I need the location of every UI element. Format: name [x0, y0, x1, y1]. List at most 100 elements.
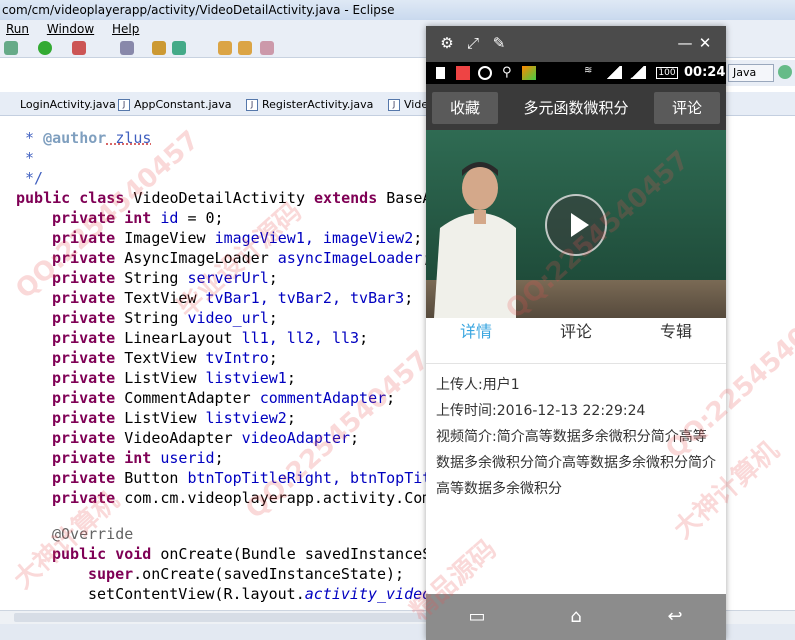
field-type: int: [124, 209, 161, 227]
home-icon[interactable]: ⌂: [561, 604, 591, 630]
search-icon[interactable]: [260, 41, 274, 55]
field-type: TextView: [124, 349, 206, 367]
minimize-icon[interactable]: —: [676, 34, 694, 52]
field-name: tvIntro: [205, 349, 269, 367]
field-name: id: [160, 209, 179, 227]
keyword: private: [52, 269, 125, 287]
field-type: LinearLayout: [124, 329, 242, 347]
code-line: */: [16, 169, 44, 187]
field-type: String: [124, 309, 188, 327]
back-icon[interactable]: ↩: [660, 604, 690, 630]
annotation: @Override: [52, 525, 134, 543]
tab-comments[interactable]: 评论: [526, 318, 626, 364]
details-panel: 上传人:用户1 上传时间:2016-12-13 22:29:24 视频简介:简介…: [426, 364, 726, 594]
keyword: private: [52, 209, 125, 227]
open-folder-icon[interactable]: [218, 41, 232, 55]
field-type: ListView: [124, 369, 206, 387]
comment-button[interactable]: 评论: [654, 92, 720, 124]
code-text: = 0;: [178, 209, 224, 227]
gear-icon[interactable]: ⚙: [438, 34, 456, 52]
field-declaration: private com.cm.videoplayerapp.activity.C…: [52, 488, 431, 508]
field-type: VideoAdapter: [124, 429, 242, 447]
field-declaration: private LinearLayout ll1, ll2, ll3;: [52, 328, 368, 348]
keyword: private: [52, 249, 125, 267]
java-file-icon: J: [118, 99, 130, 111]
signal-icon: [604, 66, 622, 79]
app-header: 收藏 多元函数微积分 评论: [426, 84, 726, 130]
tab-app-constant[interactable]: J AppConstant.java: [116, 95, 232, 115]
keyword: private: [52, 329, 125, 347]
code-line: setContentView(R.layout.activity_video: [88, 584, 431, 604]
sim-icon: [436, 67, 445, 79]
field-type: ImageView: [124, 229, 215, 247]
field-name: videoAdapter: [241, 429, 351, 447]
keyword: private: [52, 449, 125, 467]
tab-video-detail[interactable]: J Vide: [386, 95, 428, 115]
video-player[interactable]: [426, 130, 726, 318]
field-declaration: private int userid;: [52, 448, 224, 468]
code-text: onCreate(Bundle savedInstanceS: [160, 545, 432, 563]
fullscreen-icon[interactable]: ⤢: [464, 34, 482, 52]
field-type: com.cm.videoplayerapp.activity.Com: [124, 489, 432, 507]
keyword: private: [52, 309, 125, 327]
field-declaration: private int id = 0;: [52, 208, 224, 228]
debug-icon[interactable]: [4, 41, 18, 55]
code-line: super.onCreate(savedInstanceState);: [88, 564, 404, 584]
field-name: listview1: [205, 369, 287, 387]
tab-details[interactable]: 详情: [426, 318, 526, 364]
code-text: ;: [214, 449, 224, 467]
keyword: private: [52, 289, 125, 307]
comment-text: zlus: [106, 129, 152, 147]
battery-icon: 100: [656, 67, 678, 79]
field-declaration: private ListView listview2;: [52, 408, 296, 428]
field-declaration: private String serverUrl;: [52, 268, 278, 288]
run-icon[interactable]: [38, 41, 52, 55]
favorite-button[interactable]: 收藏: [432, 92, 498, 124]
recent-apps-icon[interactable]: ▭: [462, 604, 492, 630]
code-text: ;: [268, 349, 278, 367]
android-perspective-icon[interactable]: [778, 65, 792, 79]
code-text: ;: [404, 289, 414, 307]
keyword: private: [52, 429, 125, 447]
app-notification-icon: [522, 66, 536, 80]
field-declaration: private ImageView imageView1, imageView2…: [52, 228, 422, 248]
field-declaration: private VideoAdapter videoAdapter;: [52, 428, 359, 448]
open-type-icon[interactable]: [238, 41, 252, 55]
code-text: ;: [413, 229, 423, 247]
code-text: ;: [359, 329, 369, 347]
window-title: com/cm/videoplayerapp/activity/VideoDeta…: [0, 0, 795, 20]
field-name: btnTopTitleRight, btnTopTit: [187, 469, 432, 487]
field-name: asyncImageLoader: [277, 249, 423, 267]
field-declaration: private CommentAdapter commentAdapter;: [52, 388, 395, 408]
tab-label: RegisterActivity.java: [262, 98, 374, 111]
tab-albums[interactable]: 专辑: [626, 318, 726, 364]
code-text: ;: [286, 409, 296, 427]
field-name: video_url: [187, 309, 269, 327]
field-type: Button: [124, 469, 188, 487]
tab-login-activity[interactable]: LoginActivity.java: [2, 95, 116, 115]
tab-label: Vide: [404, 98, 429, 111]
package-icon[interactable]: [152, 41, 166, 55]
keyword: private: [52, 489, 125, 507]
menu-window[interactable]: Window: [47, 22, 94, 36]
phone-emulator: ⚙ ⤢ ✎ — ✕ ⚲ ≋ 100 00:24 收藏 多元函数微积分 评论 详情: [426, 26, 726, 640]
java-perspective-button[interactable]: Java: [728, 64, 774, 82]
pin-icon[interactable]: [120, 41, 134, 55]
close-icon[interactable]: ✕: [696, 34, 714, 52]
tab-label: AppConstant.java: [134, 98, 232, 111]
app-notification-icon: [456, 66, 470, 80]
code-text: .onCreate(savedInstanceState);: [133, 565, 405, 583]
menu-help[interactable]: Help: [112, 22, 139, 36]
menu-run[interactable]: Run: [6, 22, 29, 36]
java-perspective-label: Java: [733, 66, 757, 79]
wifi-icon: ≋: [584, 65, 593, 76]
field-type: CommentAdapter: [124, 389, 260, 407]
tab-register-activity[interactable]: J RegisterActivity.java: [244, 95, 373, 115]
pen-icon[interactable]: ✎: [490, 34, 508, 52]
keyword: public class: [16, 189, 134, 207]
new-class-icon[interactable]: [172, 41, 186, 55]
field-name: listview2: [205, 409, 287, 427]
play-button[interactable]: [545, 194, 607, 256]
upload-time: 上传时间:2016-12-13 22:29:24: [436, 403, 646, 419]
external-tools-icon[interactable]: [72, 41, 86, 55]
